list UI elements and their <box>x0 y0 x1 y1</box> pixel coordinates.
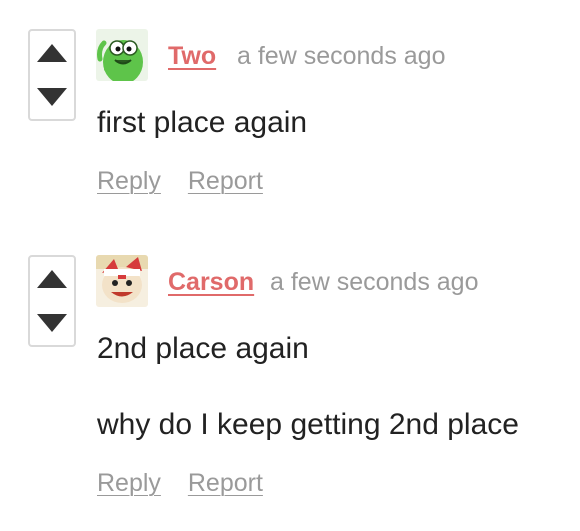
downvote-arrow-icon <box>37 314 67 332</box>
comment-text: first place again <box>97 106 308 139</box>
green-cartoon-avatar-icon <box>96 29 148 81</box>
cartoon-character-avatar-icon <box>96 255 148 307</box>
upvote-arrow-icon <box>37 270 67 288</box>
downvote-button[interactable] <box>30 301 74 345</box>
comment-timestamp: a few seconds ago <box>237 42 446 70</box>
comment-timestamp: a few seconds ago <box>270 268 479 296</box>
comment-author-link[interactable]: Carson <box>168 267 254 297</box>
upvote-button[interactable] <box>30 257 74 301</box>
downvote-arrow-icon <box>37 88 67 106</box>
vote-box <box>28 255 76 347</box>
comment-text: why do I keep getting 2nd place <box>97 408 519 441</box>
avatar[interactable] <box>96 29 148 81</box>
report-link[interactable]: Report <box>188 167 263 195</box>
upvote-arrow-icon <box>37 44 67 62</box>
comment-text: 2nd place again <box>97 332 309 365</box>
upvote-button[interactable] <box>30 31 74 75</box>
report-link[interactable]: Report <box>188 469 263 497</box>
reply-link[interactable]: Reply <box>97 167 161 195</box>
vote-box <box>28 29 76 121</box>
downvote-button[interactable] <box>30 75 74 119</box>
comment-actions: Reply Report <box>97 468 263 498</box>
comment-author-link[interactable]: Two <box>168 41 216 71</box>
comment: Carson a few seconds ago 2nd place again… <box>0 226 580 531</box>
comment: Two a few seconds ago first place again … <box>0 0 580 226</box>
avatar[interactable] <box>96 255 148 307</box>
comment-actions: Reply Report <box>97 166 263 196</box>
reply-link[interactable]: Reply <box>97 469 161 497</box>
